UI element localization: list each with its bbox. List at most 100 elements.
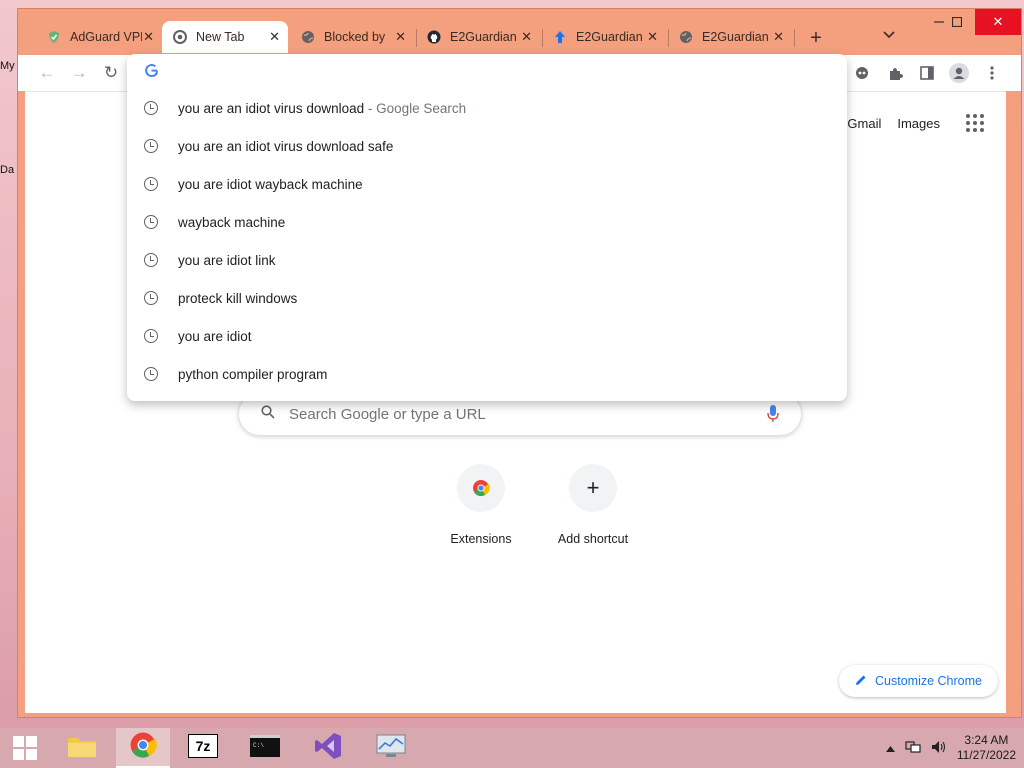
history-clock-icon xyxy=(144,101,158,115)
search-placeholder: Search Google or type a URL xyxy=(289,405,486,423)
suggestion-text: you are an idiot virus download safe xyxy=(178,138,394,154)
suggestion-item[interactable]: wayback machine xyxy=(127,203,847,241)
extension-icon[interactable] xyxy=(851,62,873,84)
suggestion-item[interactable]: proteck kill windows xyxy=(127,279,847,317)
omnibox-input[interactable] xyxy=(171,60,811,82)
chrome-logo-icon xyxy=(129,731,157,764)
suggestion-text: you are idiot xyxy=(178,328,252,344)
profile-avatar-icon[interactable] xyxy=(948,62,970,84)
monitor-chart-icon xyxy=(376,733,406,764)
tab-strip: AdGuard VPN ✕ New Tab ✕ Blocked by ✕ E2G… xyxy=(18,9,1021,55)
suggestion-item[interactable]: you are an idiot virus download safe xyxy=(127,127,847,165)
clock-date: 11/27/2022 xyxy=(956,748,1016,762)
images-link[interactable]: Images xyxy=(897,116,940,131)
reload-icon[interactable]: ↻ xyxy=(100,62,122,84)
menu-kebab-icon[interactable] xyxy=(981,62,1003,84)
clock-time: 3:24 AM xyxy=(964,733,1009,747)
desktop-icon-label[interactable]: My xyxy=(0,60,15,72)
suggestion-text: you are idiot wayback machine xyxy=(178,176,363,192)
chrome-taskbar-button[interactable] xyxy=(116,728,170,768)
history-clock-icon xyxy=(144,177,158,191)
tab-search-chevron-icon[interactable] xyxy=(883,27,895,42)
tab-new-tab[interactable]: New Tab ✕ xyxy=(162,21,288,53)
tab-title: E2Guardian xyxy=(702,30,769,44)
show-hidden-icons-chevron-icon[interactable] xyxy=(885,741,895,755)
7zip-taskbar-button[interactable]: 7z xyxy=(176,728,230,768)
tab-blocked[interactable]: Blocked by ✕ xyxy=(290,21,414,53)
tab-adguard[interactable]: AdGuard VPN ✕ xyxy=(36,21,162,53)
github-icon xyxy=(426,29,442,45)
svg-text:C:\: C:\ xyxy=(253,742,264,749)
chrome-icon xyxy=(172,29,188,45)
tab-e2guardian-github[interactable]: E2Guardian ✕ xyxy=(416,21,540,53)
file-explorer-button[interactable] xyxy=(55,728,109,768)
customize-label: Customize Chrome xyxy=(875,674,982,688)
globe-icon xyxy=(678,29,694,45)
close-icon[interactable]: ✕ xyxy=(143,29,154,45)
history-clock-icon xyxy=(144,367,158,381)
gmail-link[interactable]: Gmail xyxy=(847,116,881,131)
start-button[interactable] xyxy=(0,728,50,768)
back-arrow-icon[interactable]: ← xyxy=(36,62,58,84)
forward-arrow-icon[interactable]: → xyxy=(68,62,90,84)
taskbar-clock[interactable]: 3:24 AM 11/27/2022 xyxy=(957,733,1016,763)
suggestion-text: you are an idiot virus download xyxy=(178,100,365,116)
tab-e2guardian-upload[interactable]: E2Guardian ✕ xyxy=(542,21,666,53)
shortcut-label: Add shortcut xyxy=(557,532,629,546)
suggestion-item[interactable]: you are idiot xyxy=(127,317,847,355)
history-clock-icon xyxy=(144,253,158,267)
close-icon[interactable]: ✕ xyxy=(269,29,280,45)
terminal-icon: C:\ xyxy=(250,734,280,762)
suggestion-text: wayback machine xyxy=(178,214,286,230)
close-icon[interactable]: ✕ xyxy=(647,29,658,45)
tab-title: Blocked by xyxy=(324,30,386,44)
pencil-icon xyxy=(855,674,867,689)
suggestion-item[interactable]: you are idiot wayback machine xyxy=(127,165,847,203)
network-icon[interactable] xyxy=(905,740,921,757)
upload-icon xyxy=(552,29,568,45)
command-prompt-taskbar-button[interactable]: C:\ xyxy=(238,728,292,768)
google-apps-icon[interactable] xyxy=(966,114,984,132)
history-clock-icon xyxy=(144,291,158,305)
globe-icon xyxy=(300,29,316,45)
tab-e2guardian-globe[interactable]: E2Guardian ✕ xyxy=(668,21,792,53)
network-app-taskbar-button[interactable] xyxy=(364,728,418,768)
tab-title: E2Guardian xyxy=(450,30,517,44)
visual-studio-icon xyxy=(313,731,343,766)
history-clock-icon xyxy=(144,215,158,229)
visual-studio-taskbar-button[interactable] xyxy=(301,728,355,768)
microphone-icon[interactable] xyxy=(767,405,779,428)
shortcut-add[interactable]: + Add shortcut xyxy=(537,464,649,546)
suggestion-item[interactable]: python compiler program xyxy=(127,355,847,393)
svg-text:7z: 7z xyxy=(196,738,211,754)
top-links: Gmail Images xyxy=(847,114,984,132)
shortcut-label: Extensions xyxy=(450,532,512,546)
history-clock-icon xyxy=(144,139,158,153)
omnibox-suggestions-dropdown: you are an idiot virus download - Google… xyxy=(127,54,847,401)
taskbar: 7z C:\ 3:24 AM 11/27/2022 xyxy=(0,728,1024,768)
side-panel-icon[interactable] xyxy=(916,62,938,84)
customize-chrome-button[interactable]: Customize Chrome xyxy=(839,665,998,697)
history-clock-icon xyxy=(144,329,158,343)
new-tab-button[interactable]: + xyxy=(803,25,829,51)
window-close-button[interactable]: ✕ xyxy=(975,9,1021,35)
suggestion-text: you are idiot link xyxy=(178,252,276,268)
close-icon[interactable]: ✕ xyxy=(773,29,784,45)
extensions-puzzle-icon[interactable] xyxy=(884,62,906,84)
suggestion-text: proteck kill windows xyxy=(178,290,298,306)
suggestion-suffix: - Google Search xyxy=(364,100,467,116)
system-tray: 3:24 AM 11/27/2022 xyxy=(885,728,1016,768)
shortcut-extensions[interactable]: Extensions xyxy=(425,464,537,546)
maximize-button[interactable] xyxy=(939,9,975,35)
windows-logo-icon xyxy=(13,736,37,760)
suggestion-item[interactable]: you are idiot link xyxy=(127,241,847,279)
search-icon xyxy=(261,405,275,423)
desktop-icon-label[interactable]: Da xyxy=(0,164,14,176)
close-icon[interactable]: ✕ xyxy=(521,29,532,45)
suggestion-item[interactable]: you are an idiot virus download - Google… xyxy=(127,89,847,127)
chrome-logo-icon xyxy=(457,464,505,512)
adguard-icon xyxy=(46,29,62,45)
7zip-icon: 7z xyxy=(188,733,218,763)
close-icon[interactable]: ✕ xyxy=(395,29,406,45)
volume-icon[interactable] xyxy=(931,740,947,757)
